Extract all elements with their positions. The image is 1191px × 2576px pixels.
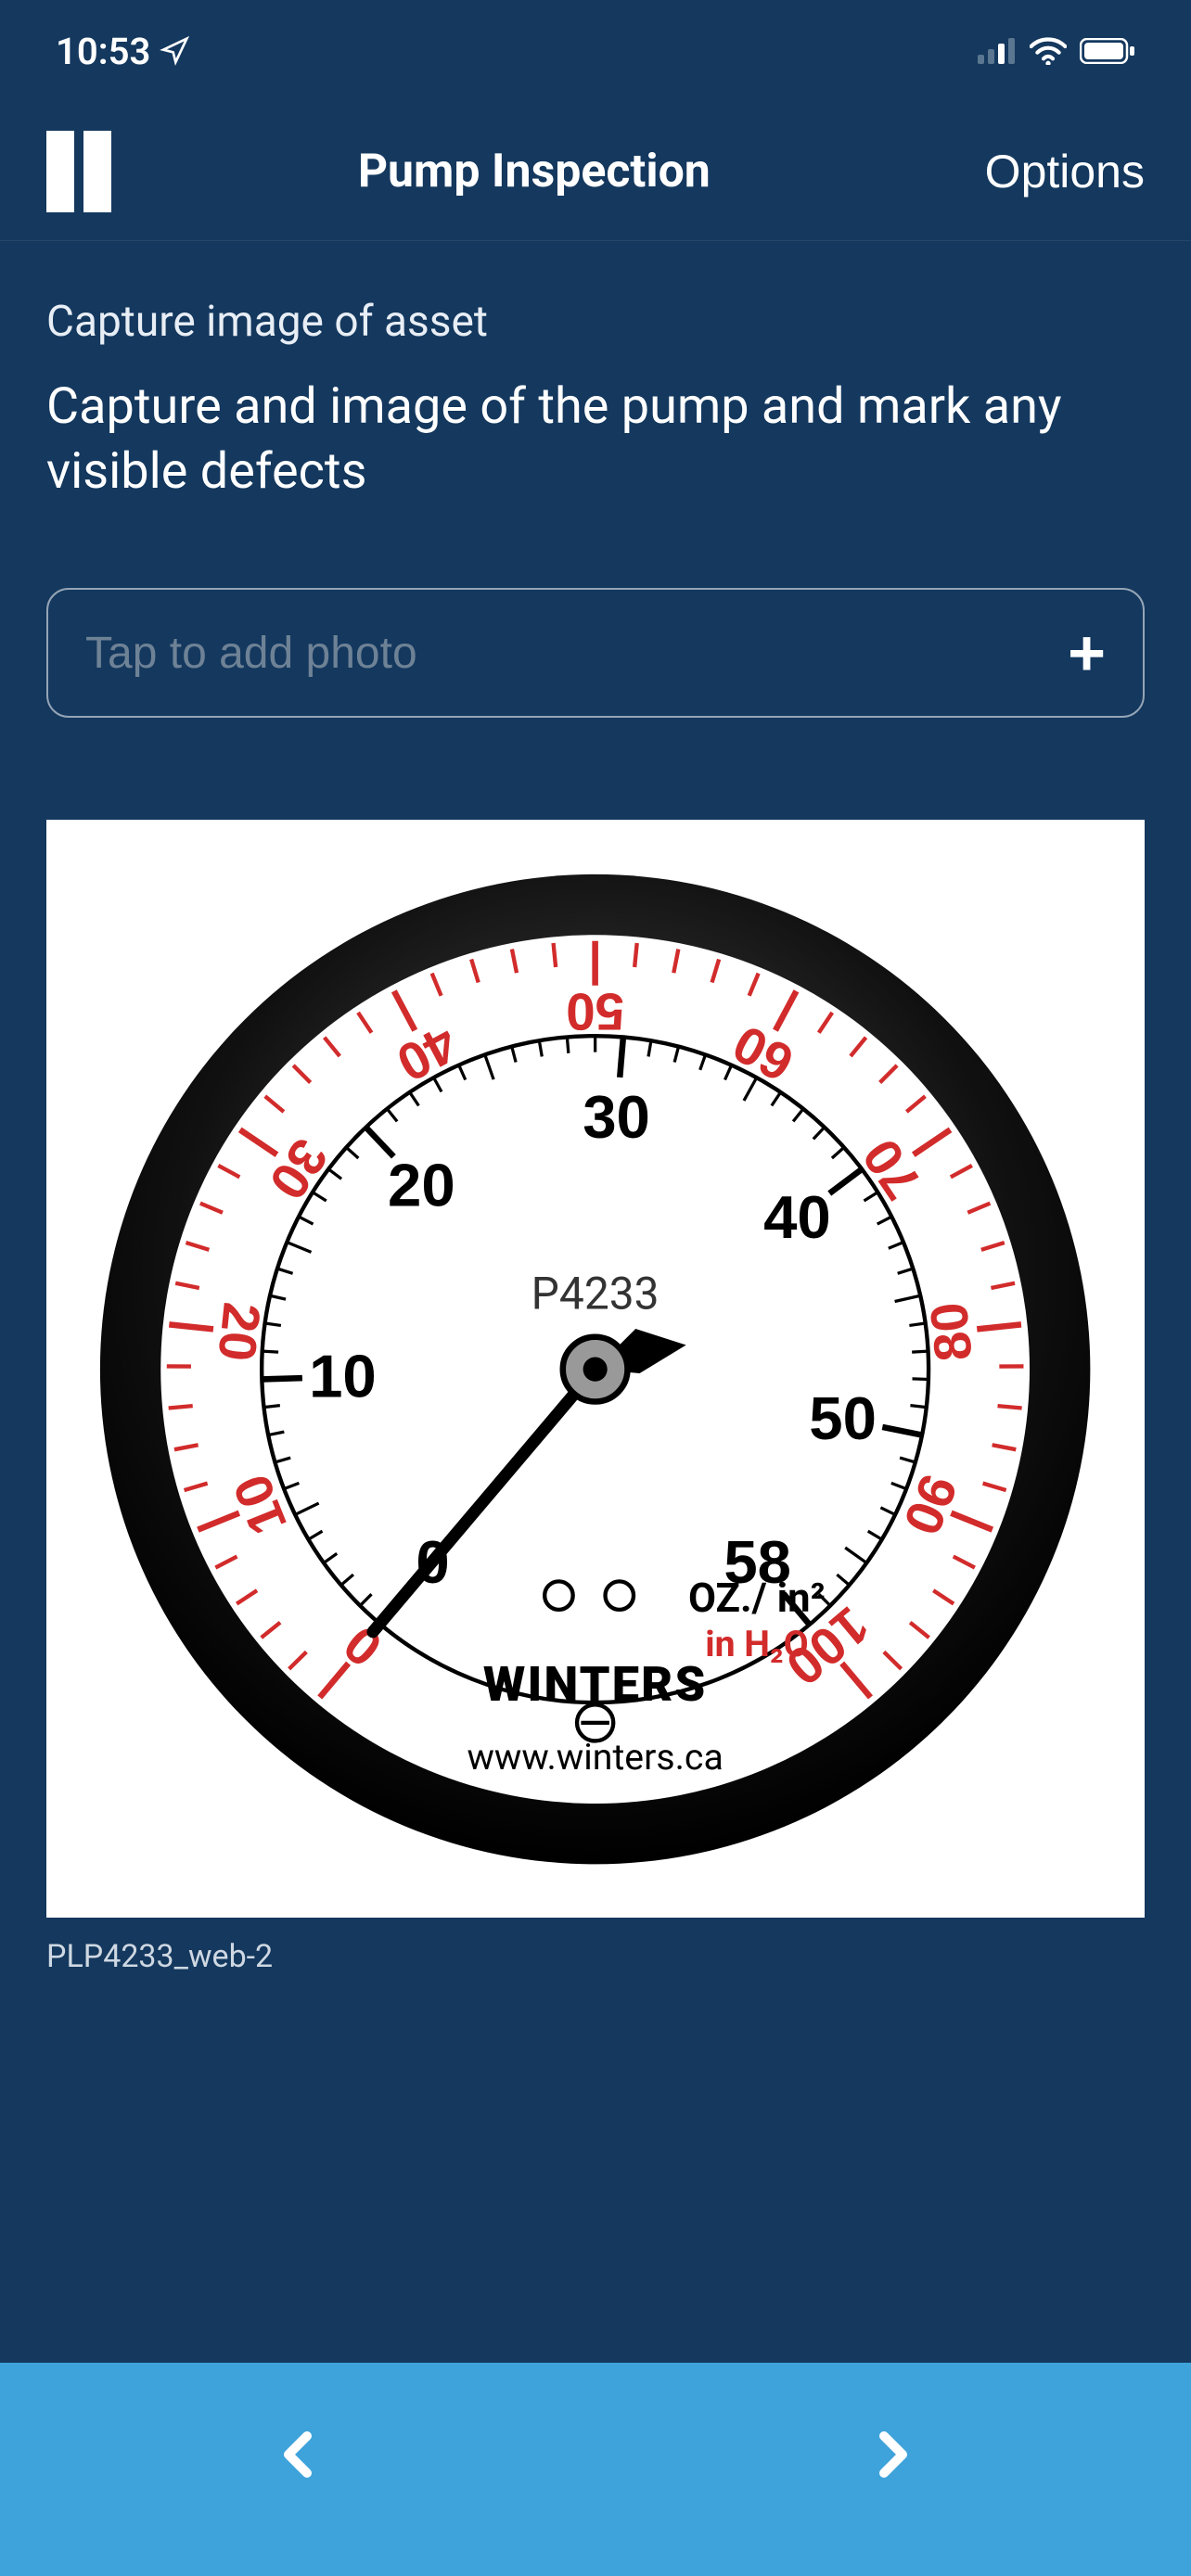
section-label: Capture image of asset	[46, 297, 1145, 347]
wifi-icon	[1030, 37, 1067, 65]
chevron-right-icon	[865, 2427, 921, 2482]
prev-button[interactable]	[270, 2427, 326, 2485]
svg-text:50: 50	[566, 981, 624, 1039]
status-time: 10:53	[56, 30, 150, 73]
gauge-outer-unit: in H₂O	[706, 1623, 809, 1665]
add-photo-button[interactable]: Tap to add photo +	[46, 588, 1145, 718]
svg-text:10: 10	[309, 1342, 377, 1409]
battery-icon	[1080, 38, 1135, 64]
cellular-icon	[978, 38, 1017, 64]
svg-text:40: 40	[763, 1183, 831, 1251]
next-button[interactable]	[865, 2427, 921, 2485]
gauge-graphic: 0102030405060708090100 0102030405058 P42…	[90, 864, 1100, 1874]
location-icon	[160, 36, 189, 66]
svg-text:50: 50	[810, 1384, 877, 1452]
page-title: Pump Inspection	[83, 145, 985, 198]
app-header: Pump Inspection Options	[0, 102, 1191, 241]
svg-text:20: 20	[388, 1151, 455, 1218]
main-content: Capture image of asset Capture and image…	[0, 241, 1191, 1975]
status-indicators	[978, 37, 1135, 65]
asset-image-card: 0102030405060708090100 0102030405058 P42…	[46, 820, 1145, 1975]
chevron-left-icon	[270, 2427, 326, 2482]
asset-image[interactable]: 0102030405060708090100 0102030405058 P42…	[46, 820, 1145, 1918]
asset-image-caption: PLP4233_web-2	[46, 1938, 1145, 1975]
status-time-group: 10:53	[56, 30, 189, 73]
svg-text:30: 30	[583, 1083, 651, 1151]
add-photo-placeholder: Tap to add photo	[85, 628, 417, 679]
footer-nav	[0, 2363, 1191, 2576]
plus-icon: +	[1068, 616, 1106, 690]
gauge-model: P4233	[531, 1268, 660, 1320]
gauge-inner-unit: OZ./ in²	[688, 1575, 826, 1622]
section-description: Capture and image of the pump and mark a…	[46, 375, 1145, 504]
options-button[interactable]: Options	[985, 145, 1145, 198]
status-bar: 10:53	[0, 0, 1191, 102]
